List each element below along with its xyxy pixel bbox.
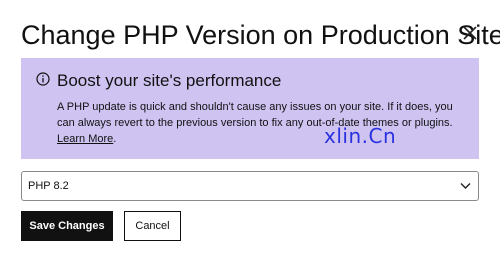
php-version-value: PHP 8.2	[28, 180, 69, 192]
watermark: xlin.Cn	[324, 124, 397, 148]
save-changes-button[interactable]: Save Changes	[21, 211, 113, 241]
cancel-button[interactable]: Cancel	[124, 211, 181, 241]
chevron-down-icon	[460, 183, 471, 189]
banner-text-suffix: .	[113, 133, 117, 145]
info-icon	[36, 72, 50, 86]
banner-title: Boost your site's performance	[57, 71, 282, 90]
info-banner: Boost your site's performance A PHP upda…	[21, 58, 479, 159]
banner-body: A PHP update is quick and shouldn't caus…	[57, 99, 467, 147]
close-icon[interactable]	[461, 24, 479, 42]
php-version-select[interactable]: PHP 8.2	[21, 171, 479, 201]
learn-more-link[interactable]: Learn More	[57, 133, 113, 145]
dialog-title: Change PHP Version on Production Site	[21, 20, 500, 50]
